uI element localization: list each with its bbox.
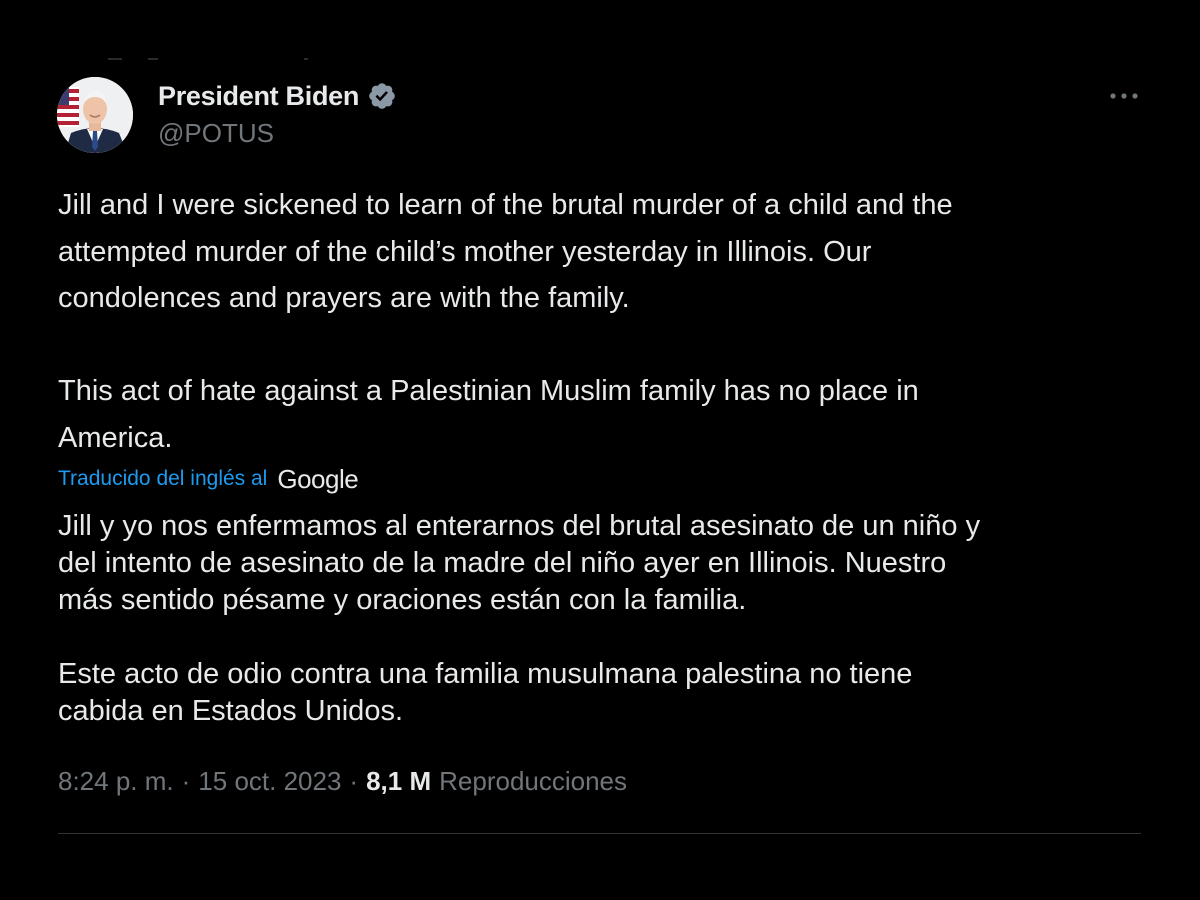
name-row: President Biden <box>158 78 397 114</box>
views-count[interactable]: 8,1 M <box>366 766 431 797</box>
avatar[interactable] <box>57 77 133 153</box>
tweet-text: Jill and I were sickened to learn of the… <box>58 189 953 454</box>
translated-text: Jill y yo nos enfermamos al enterarnos d… <box>58 510 981 727</box>
tweet: President Biden @POTUS Jill and I were s… <box>0 0 1200 900</box>
display-name[interactable]: President Biden <box>158 81 359 112</box>
tweet-time[interactable]: 8:24 p. m. <box>58 766 174 797</box>
google-logo: Google <box>277 463 359 494</box>
tweet-author: President Biden @POTUS <box>158 78 397 149</box>
meta-separator: · <box>349 766 359 796</box>
verified-badge-icon[interactable] <box>367 81 397 111</box>
user-handle[interactable]: @POTUS <box>158 118 397 149</box>
meta-separator: · <box>181 766 191 796</box>
translated-from-link[interactable]: Traducido del inglés al <box>58 467 267 491</box>
tweet-meta: 8:24 p. m. · 15 oct. 2023 · 8,1 M Reprod… <box>58 766 627 797</box>
avatar-photo <box>57 77 133 153</box>
scroll-artifact <box>108 58 318 64</box>
more-options-icon[interactable] <box>1104 84 1144 108</box>
tweet-date[interactable]: 15 oct. 2023 <box>198 766 341 797</box>
divider <box>58 833 1141 834</box>
translation-attribution: Traducido del inglés al Google <box>58 462 359 496</box>
views-label[interactable]: Reproducciones <box>439 766 627 797</box>
